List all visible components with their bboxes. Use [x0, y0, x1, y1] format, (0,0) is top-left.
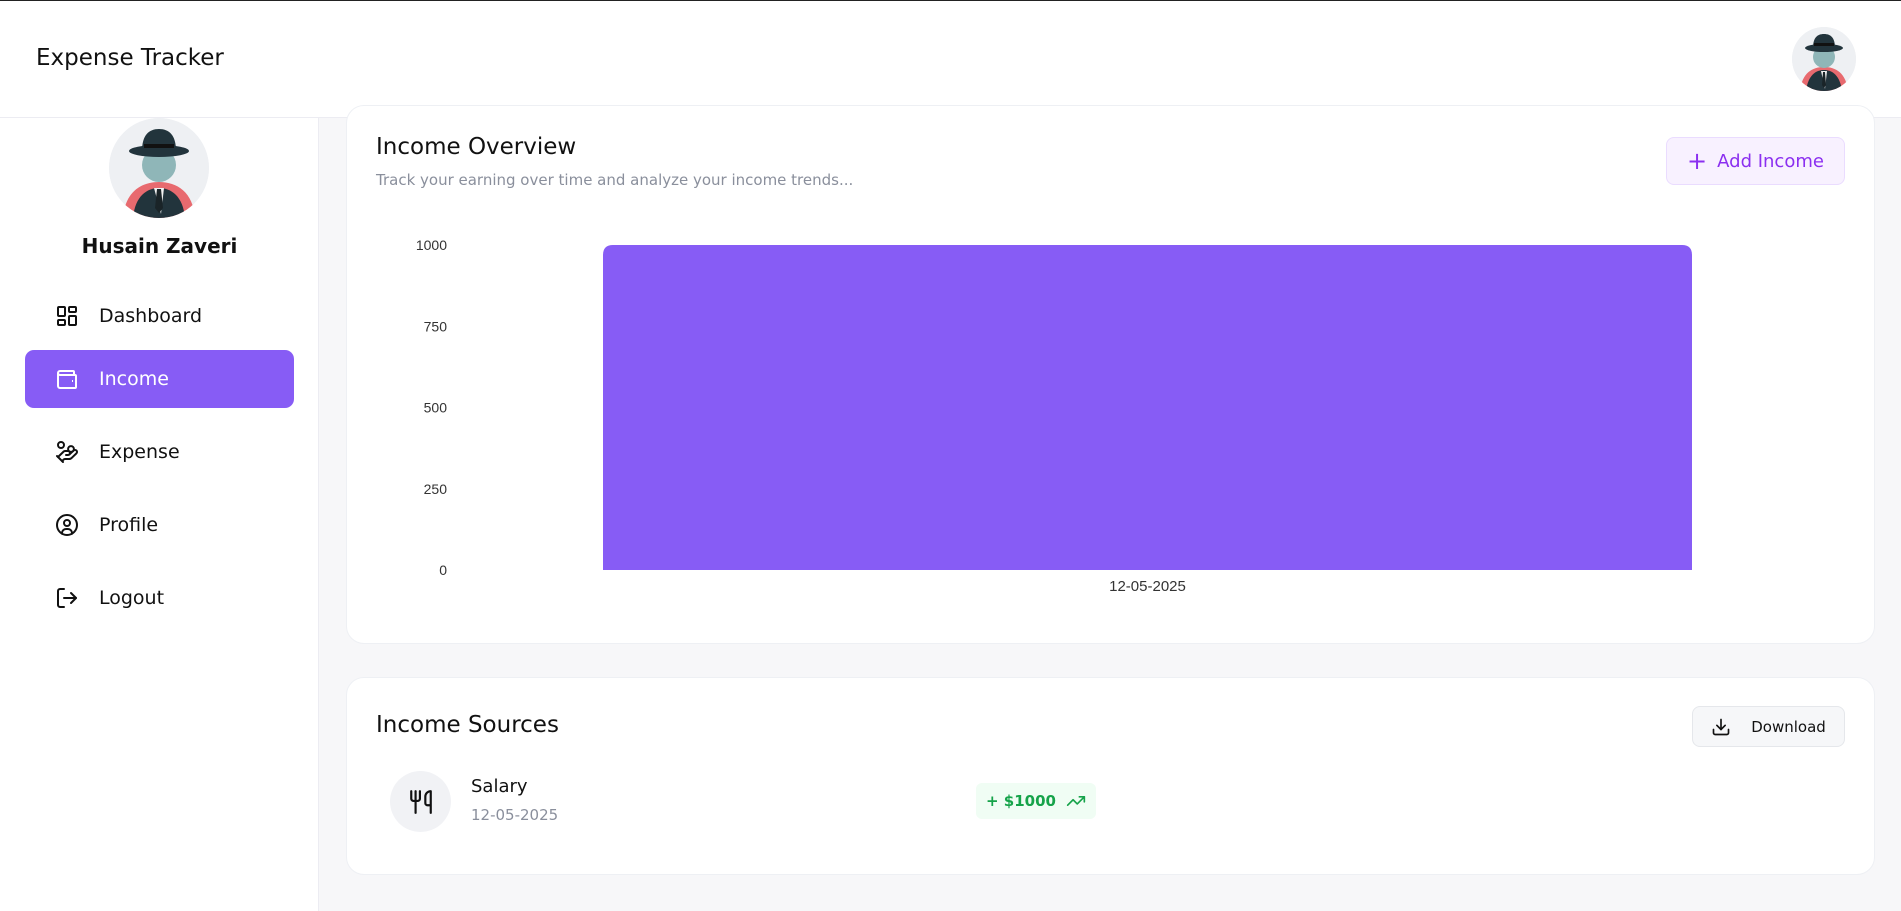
- trending-up-icon: [1066, 796, 1086, 806]
- income-sources-title: Income Sources: [376, 712, 559, 738]
- income-overview-subtitle: Track your earning over time and analyze…: [376, 171, 854, 189]
- y-tick-label: 0: [439, 562, 447, 578]
- sidebar-item-expense[interactable]: Expense: [25, 423, 294, 481]
- user-name: Husain Zaveri: [81, 234, 238, 258]
- sidebar-item-label: Profile: [99, 514, 159, 536]
- wallet-icon: [55, 367, 79, 391]
- income-bar-chart: 0 250 500 750 1000 12-05-2025: [416, 237, 1692, 595]
- sidebar-item-income[interactable]: Income: [25, 350, 294, 408]
- income-sources-card: [346, 677, 1875, 875]
- app-title: Expense Tracker: [36, 45, 224, 71]
- y-tick-label: 750: [424, 318, 448, 334]
- chart-bar[interactable]: [603, 245, 1692, 570]
- amount-value: + $1000: [986, 792, 1056, 810]
- add-income-label: Add Income: [1717, 150, 1824, 172]
- sidebar-item-label: Dashboard: [99, 305, 203, 327]
- sidebar-item-label: Income: [99, 368, 169, 390]
- download-button[interactable]: Download: [1692, 706, 1845, 747]
- dashboard-icon: [55, 304, 79, 328]
- logout-icon: [55, 586, 79, 610]
- profile-avatar: [109, 118, 209, 218]
- utensils-icon: [409, 789, 432, 814]
- income-overview-title: Income Overview: [376, 134, 577, 160]
- hand-coins-icon: [55, 440, 79, 464]
- source-name: Salary: [471, 776, 528, 797]
- plus-icon: +: [1687, 147, 1708, 175]
- sidebar-item-label: Expense: [99, 441, 180, 463]
- sidebar: Husain Zaveri Dashboard Income Expense P…: [0, 118, 319, 911]
- sidebar-item-profile[interactable]: Profile: [25, 496, 294, 554]
- y-tick-label: 250: [424, 481, 448, 497]
- y-tick-label: 1000: [416, 237, 447, 253]
- user-avatar[interactable]: [1792, 27, 1856, 91]
- avatar-illustration-icon: [109, 118, 209, 218]
- source-icon-wrap: [390, 771, 451, 832]
- amount-badge: + $1000: [976, 783, 1096, 819]
- x-tick-label: 12-05-2025: [1109, 578, 1186, 595]
- download-label: Download: [1751, 717, 1826, 736]
- download-icon: [1712, 718, 1730, 735]
- sidebar-item-label: Logout: [99, 587, 165, 609]
- top-bar: Expense Tracker: [0, 0, 1901, 118]
- user-circle-icon: [55, 513, 79, 537]
- source-date: 12-05-2025: [471, 806, 559, 824]
- add-income-button[interactable]: + Add Income: [1666, 137, 1845, 185]
- y-tick-label: 500: [424, 400, 448, 416]
- avatar-illustration-icon: [1792, 27, 1856, 91]
- sidebar-item-logout[interactable]: Logout: [25, 569, 294, 627]
- sidebar-item-dashboard[interactable]: Dashboard: [25, 287, 294, 345]
